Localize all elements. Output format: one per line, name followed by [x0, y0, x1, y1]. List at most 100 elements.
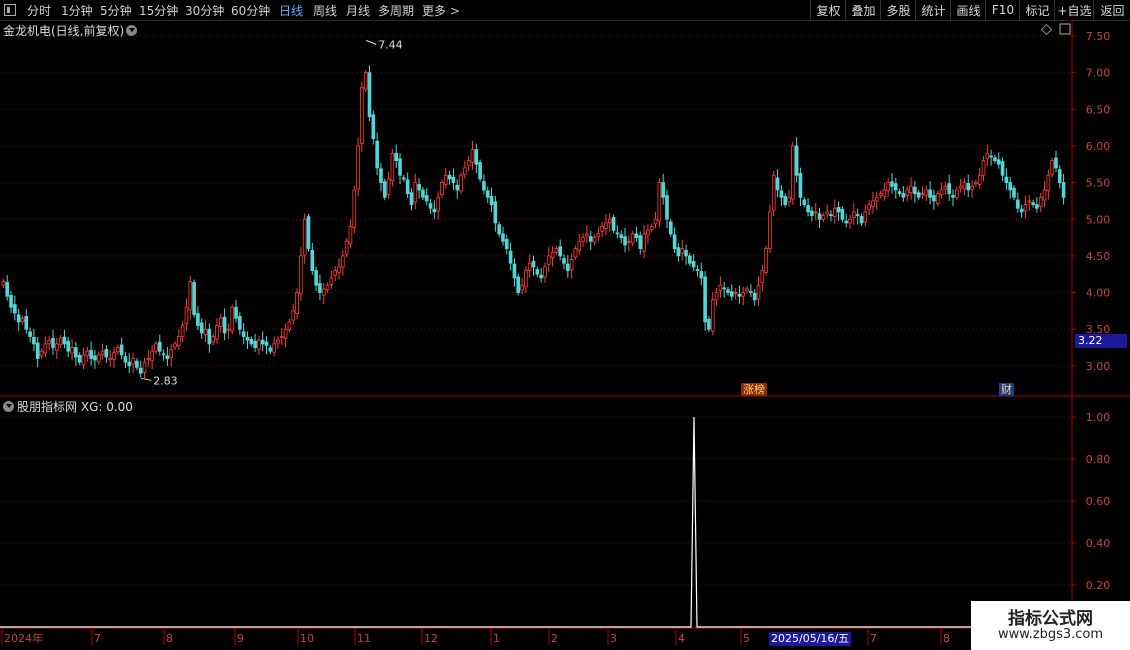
candle-body [333, 270, 337, 276]
candle-body [722, 287, 726, 290]
candle-body [771, 174, 776, 211]
candle-body [699, 271, 704, 279]
price-tick-label: 6.50 [1086, 103, 1111, 116]
candle-body [596, 233, 601, 238]
candle-body [360, 86, 364, 144]
candle-body [962, 182, 967, 190]
candle-body [707, 318, 711, 330]
candle-body [668, 221, 673, 235]
low-pointer [141, 377, 152, 381]
candle-body [882, 189, 887, 197]
time-tick-label: 7 [870, 632, 877, 645]
candle-body [810, 210, 814, 216]
panel-toggle-icon [1059, 23, 1071, 35]
candle-body [695, 269, 700, 271]
candle-body [108, 358, 112, 361]
candle-body [1016, 199, 1020, 209]
candle-body [287, 321, 292, 330]
price-tick-label: 6.00 [1086, 140, 1111, 153]
candle-body [737, 293, 742, 297]
candle-body [546, 255, 551, 265]
candle-body [951, 194, 955, 198]
candle-body [977, 174, 982, 185]
candle-body [493, 201, 498, 224]
candle-body [730, 291, 734, 297]
candle-body [234, 306, 238, 319]
candle-body [981, 160, 986, 176]
candle-body [554, 248, 559, 253]
candle-body [35, 342, 40, 359]
candle-body [524, 270, 528, 288]
candle-body [791, 145, 795, 200]
candle-body [749, 291, 753, 293]
price-tick-label: 5.50 [1086, 177, 1111, 190]
candle-body [909, 185, 913, 193]
candle-body [112, 352, 116, 360]
candle-body [947, 183, 951, 194]
candle-body [714, 292, 719, 301]
candle-body [20, 317, 25, 323]
last-price-tag: 3.22 [1075, 334, 1127, 348]
zhangbang-marker[interactable]: 涨榜 [741, 383, 767, 396]
candle-body [257, 339, 261, 350]
candle-body [928, 189, 932, 198]
candle-body [840, 208, 845, 220]
candle-body [24, 316, 29, 330]
candle-body [989, 155, 993, 158]
candle-body [836, 206, 841, 213]
candle-body [874, 196, 879, 202]
candle-body [54, 343, 59, 351]
candle-body [1050, 160, 1054, 175]
candle-body [398, 158, 402, 176]
candle-body [863, 211, 868, 223]
candle-body [5, 282, 10, 297]
candle-body [588, 236, 593, 242]
candle-body [47, 339, 51, 345]
indicator-tick-label: 1.00 [1086, 411, 1111, 424]
candle-body [417, 183, 421, 191]
candle-body [680, 248, 685, 254]
candle-body [703, 276, 707, 323]
candle-body [607, 218, 612, 224]
candle-body [85, 350, 90, 357]
candle-body [531, 261, 536, 268]
candle-body [581, 237, 585, 242]
time-tick-label: 10 [300, 632, 314, 645]
time-tick-label: 1 [493, 632, 500, 645]
candle-body [161, 353, 166, 356]
candle-body [665, 195, 669, 220]
candle-body [379, 168, 383, 183]
candle-body [203, 328, 208, 336]
candle-body [100, 350, 105, 356]
candle-body [512, 263, 517, 279]
candle-body [424, 195, 429, 202]
candle-body [77, 354, 82, 363]
price-tick-label: 7.00 [1086, 67, 1111, 80]
candle-body [89, 349, 93, 359]
candle-body [211, 336, 215, 343]
candle-body [901, 193, 906, 198]
candle-body [135, 360, 139, 368]
candle-body [520, 284, 524, 291]
candle-body [710, 299, 715, 332]
watermark: 指标公式网 www.zbgs3.com [971, 601, 1130, 650]
candle-body [592, 237, 597, 243]
candle-body [798, 173, 803, 198]
cai-marker[interactable]: 财 [999, 383, 1014, 396]
candle-body [62, 336, 67, 345]
candle-body [173, 343, 177, 348]
candle-body [295, 292, 299, 314]
dropdown-circle-icon[interactable] [3, 401, 14, 412]
candle-body [321, 288, 326, 296]
chart-canvas[interactable]: 7.507.006.506.005.505.004.504.003.503.00… [0, 0, 1130, 650]
candle-body [897, 191, 902, 194]
candle-body [1035, 204, 1039, 209]
candle-body [116, 347, 120, 353]
candle-body [344, 240, 349, 255]
indicator-tick-label: 0.80 [1086, 453, 1111, 466]
candle-body [585, 233, 589, 237]
candle-body [455, 184, 460, 191]
candle-body [1019, 208, 1024, 213]
candle-body [32, 337, 36, 345]
candle-body [1057, 169, 1062, 184]
